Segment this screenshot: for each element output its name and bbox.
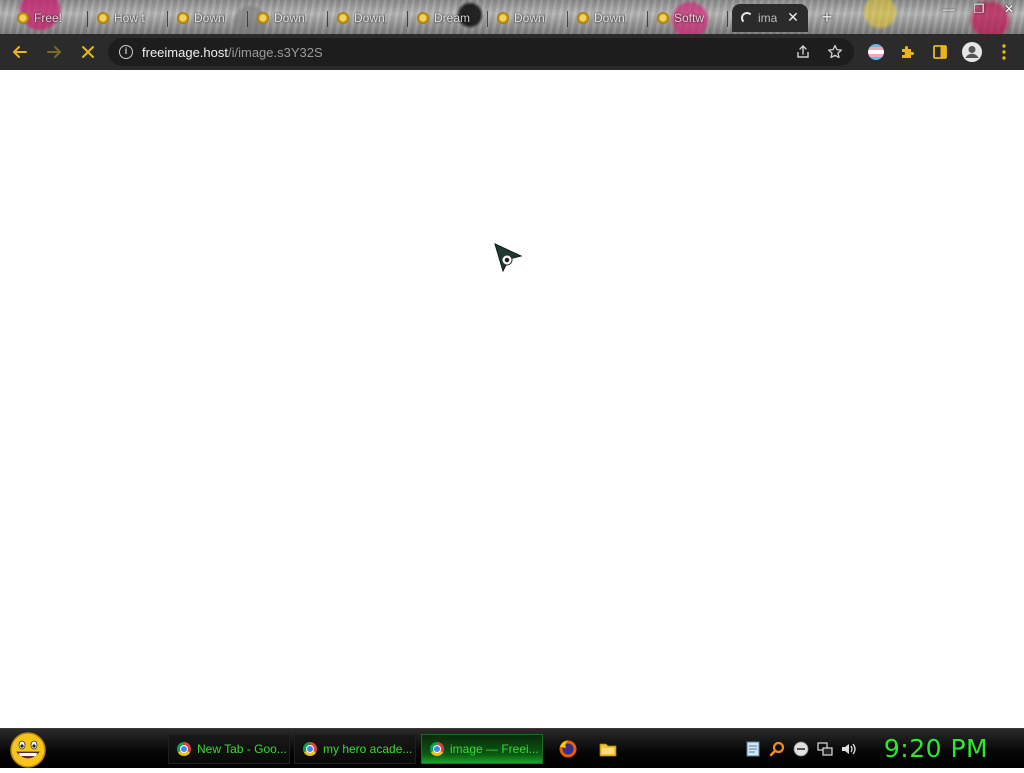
tray-search[interactable] <box>767 738 787 760</box>
tab-favicon-icon <box>257 12 269 24</box>
taskbar-item-label: my hero acade... <box>323 742 413 756</box>
stop-loading-button[interactable] <box>74 38 102 66</box>
tray-volume[interactable] <box>839 738 859 760</box>
minus-circle-icon <box>793 741 809 757</box>
chrome-icon <box>430 742 444 756</box>
share-icon <box>797 45 809 58</box>
tab-6[interactable]: Dream <box>408 4 488 32</box>
puzzle-icon <box>902 46 914 58</box>
notepad-tray-icon <box>746 741 760 757</box>
taskbar-item-label: image — Freei... <box>450 742 539 756</box>
tab-8[interactable]: Downl <box>568 4 648 32</box>
close-window-button[interactable]: ✕ <box>994 0 1024 18</box>
profile-avatar-icon <box>962 42 982 62</box>
browser-toolbar: i freeimage.host/i/image.s3Y32S <box>0 34 1024 70</box>
loading-spinner-icon <box>741 12 753 24</box>
tab-favicon-icon <box>337 12 349 24</box>
back-arrow-icon <box>13 46 27 58</box>
site-info-icon[interactable]: i <box>119 45 133 59</box>
address-bar[interactable]: i freeimage.host/i/image.s3Y32S <box>108 38 854 66</box>
tab-favicon-icon <box>497 12 509 24</box>
forward-arrow-icon <box>47 46 61 58</box>
tab-label: Downl <box>194 11 228 25</box>
tab-label: Downl <box>514 11 548 25</box>
tab-label: ima <box>758 11 778 25</box>
extensions-button[interactable] <box>894 38 922 66</box>
url-text[interactable]: freeimage.host/i/image.s3Y32S <box>142 45 323 60</box>
tab-active[interactable]: ima ✕ <box>732 4 808 32</box>
taskbar-clock[interactable]: 9:20 PM <box>872 733 1000 765</box>
busy-cursor-icon <box>494 243 523 273</box>
stop-x-icon <box>82 46 94 58</box>
flag-extension-icon <box>868 44 884 60</box>
tray-status[interactable] <box>791 738 811 760</box>
tab-4[interactable]: Downl <box>248 4 328 32</box>
tab-label: Downl <box>354 11 388 25</box>
extension-flag-button[interactable] <box>862 38 890 66</box>
speaker-icon <box>842 743 856 755</box>
search-icon <box>769 741 785 757</box>
tab-favicon-icon <box>657 12 669 24</box>
tab-label: How t <box>114 11 145 25</box>
restore-button[interactable]: ❐ <box>964 0 994 18</box>
tab-favicon-icon <box>177 12 189 24</box>
start-button[interactable] <box>8 731 48 768</box>
tab-7[interactable]: Downl <box>488 4 568 32</box>
taskbar-item-new-tab[interactable]: New Tab - Goo... <box>168 734 290 764</box>
taskbar-item-my-hero[interactable]: my hero acade... <box>294 734 416 764</box>
taskbar-item-image-freeimage[interactable]: image — Freei... <box>421 734 543 764</box>
new-tab-button[interactable]: + <box>814 4 840 32</box>
tab-favicon-icon <box>17 12 29 24</box>
url-host: freeimage.host <box>142 44 228 60</box>
side-panel-button[interactable] <box>926 38 954 66</box>
firefox-quick-launch[interactable] <box>556 737 580 761</box>
tab-label: Free! <box>34 11 63 25</box>
tab-label: Dream <box>434 11 471 25</box>
kebab-menu-icon <box>1002 44 1006 60</box>
window-controls: — ❐ ✕ <box>934 0 1024 20</box>
chrome-icon <box>177 742 191 756</box>
tab-strip: Free! How t Downl Downl Downl Dream Down… <box>0 0 1024 34</box>
tab-3[interactable]: Downl <box>168 4 248 32</box>
profile-button[interactable] <box>958 38 986 66</box>
taskbar-item-label: New Tab - Goo... <box>197 742 287 756</box>
tab-1[interactable]: Free! <box>8 4 88 32</box>
tab-favicon-icon <box>417 12 429 24</box>
tab-9[interactable]: Softw <box>648 4 728 32</box>
folder-icon <box>599 743 617 757</box>
chrome-icon <box>303 742 317 756</box>
address-bar-actions <box>792 42 846 62</box>
tray-app-1[interactable] <box>743 738 763 760</box>
url-path: /i/image.s3Y32S <box>228 44 323 60</box>
tab-5[interactable]: Downl <box>328 4 408 32</box>
menu-button[interactable] <box>990 38 1018 66</box>
back-button[interactable] <box>6 38 34 66</box>
smiley-start-icon <box>10 732 46 768</box>
tab-list: Free! How t Downl Downl Downl Dream Down… <box>8 4 840 34</box>
taskbar: New Tab - Goo... my hero acade... image … <box>0 728 1024 768</box>
forward-button[interactable] <box>40 38 68 66</box>
side-panel-icon <box>933 45 947 59</box>
tab-label: Downl <box>594 11 628 25</box>
tab-label: Softw <box>674 11 705 25</box>
network-icon <box>817 742 833 756</box>
tab-favicon-icon <box>577 12 589 24</box>
star-icon <box>827 44 843 59</box>
bookmark-button[interactable] <box>824 42 846 62</box>
minimize-button[interactable]: — <box>934 0 964 18</box>
firefox-icon <box>559 740 577 758</box>
share-button[interactable] <box>792 42 814 62</box>
toolbar-right <box>862 38 1018 66</box>
tab-2[interactable]: How t <box>88 4 168 32</box>
close-tab-icon[interactable]: ✕ <box>786 10 800 24</box>
tab-favicon-icon <box>97 12 109 24</box>
tray-network[interactable] <box>815 738 835 760</box>
tab-label: Downl <box>274 11 308 25</box>
file-explorer-quick-launch[interactable] <box>596 737 620 761</box>
page-content <box>0 70 1024 728</box>
